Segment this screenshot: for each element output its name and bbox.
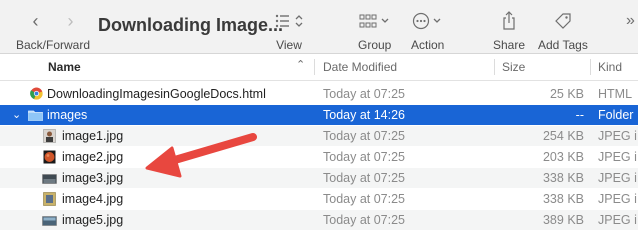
list-item[interactable]: image3.jpg Today at 07:25 338 KB JPEG i bbox=[0, 168, 638, 188]
image-thumbnail-icon bbox=[42, 173, 57, 184]
add-tags-button[interactable]: Add Tags bbox=[538, 10, 588, 52]
file-name: image1.jpg bbox=[62, 129, 124, 143]
file-name: DownloadingImagesinGoogleDocs.html bbox=[47, 87, 266, 101]
view-label: View bbox=[276, 38, 302, 52]
list-view-icon bbox=[274, 10, 304, 32]
image-thumbnail-icon bbox=[43, 150, 56, 164]
file-size: 338 KB bbox=[542, 192, 584, 206]
add-tags-label: Add Tags bbox=[538, 38, 588, 52]
file-kind: JPEG i bbox=[598, 171, 637, 185]
image-thumbnail-icon bbox=[43, 129, 56, 143]
list-item[interactable]: image1.jpg Today at 07:25 254 KB JPEG i bbox=[0, 126, 638, 146]
file-size: 338 KB bbox=[542, 171, 584, 185]
file-kind: Folder bbox=[598, 108, 634, 122]
file-date: Today at 07:25 bbox=[323, 171, 406, 185]
disclosure-chevron-icon[interactable]: ⌄ bbox=[12, 108, 21, 121]
file-date: Today at 07:25 bbox=[323, 213, 406, 227]
file-date: Today at 07:25 bbox=[323, 192, 406, 206]
image-thumbnail-icon bbox=[43, 192, 56, 206]
list-item[interactable]: image5.jpg Today at 07:25 389 KB JPEG i bbox=[0, 210, 638, 230]
file-size: 389 KB bbox=[542, 213, 584, 227]
forward-chevron-icon[interactable]: › bbox=[68, 11, 74, 32]
file-date: Today at 07:25 bbox=[323, 129, 406, 143]
file-size: 254 KB bbox=[542, 129, 584, 143]
folder-name: images bbox=[47, 108, 88, 122]
empty-list-row bbox=[0, 231, 638, 251]
overflow-chevron-icon[interactable]: » bbox=[626, 12, 635, 30]
share-label: Share bbox=[493, 38, 526, 52]
file-date: Today at 14:26 bbox=[323, 108, 406, 122]
list-item[interactable]: DownloadingImagesinGoogleDocs.html Today… bbox=[0, 84, 638, 104]
file-size: -- bbox=[575, 108, 584, 122]
group-grid-icon bbox=[359, 10, 391, 32]
file-name: image5.jpg bbox=[62, 213, 124, 227]
file-kind: JPEG i bbox=[598, 129, 637, 143]
back-chevron-icon[interactable]: ‹ bbox=[33, 11, 39, 32]
list-item[interactable]: image4.jpg Today at 07:25 338 KB JPEG i bbox=[0, 189, 638, 209]
file-size: 25 KB bbox=[549, 87, 584, 101]
list-item-selected[interactable]: ⌄ images Today at 14:26 -- Folder bbox=[0, 105, 638, 125]
list-item[interactable]: image2.jpg Today at 07:25 203 KB JPEG i bbox=[0, 147, 638, 167]
file-name: image2.jpg bbox=[62, 150, 124, 164]
image-thumbnail-icon bbox=[42, 215, 57, 226]
share-icon bbox=[501, 10, 517, 32]
folder-icon bbox=[28, 109, 43, 123]
back-forward-control[interactable]: ‹ › Back/Forward bbox=[16, 10, 91, 53]
file-size: 203 KB bbox=[542, 150, 584, 164]
ellipsis-circle-icon bbox=[412, 10, 444, 32]
view-button[interactable]: View bbox=[274, 10, 304, 52]
column-size[interactable]: Size bbox=[502, 60, 525, 74]
column-header: Name ⌃ Date Modified Size Kind bbox=[0, 54, 638, 81]
column-divider[interactable] bbox=[590, 59, 591, 75]
file-kind: JPEG i bbox=[598, 213, 637, 227]
action-label: Action bbox=[411, 38, 445, 52]
share-button[interactable]: Share bbox=[493, 10, 525, 52]
chrome-html-icon bbox=[30, 87, 43, 101]
column-kind[interactable]: Kind bbox=[598, 60, 622, 74]
file-name: image4.jpg bbox=[62, 192, 124, 206]
window-title: Downloading Image... bbox=[98, 15, 284, 35]
group-button[interactable]: Group bbox=[358, 10, 391, 52]
sort-chevron-icon: ⌃ bbox=[296, 59, 306, 71]
back-forward-label: Back/Forward bbox=[16, 38, 91, 52]
column-divider[interactable] bbox=[314, 59, 315, 75]
tag-icon bbox=[554, 10, 572, 32]
column-divider[interactable] bbox=[494, 59, 495, 75]
file-date: Today at 07:25 bbox=[323, 87, 406, 101]
group-label: Group bbox=[358, 38, 392, 52]
file-kind: JPEG i bbox=[598, 150, 637, 164]
action-button[interactable]: Action bbox=[411, 10, 444, 52]
file-date: Today at 07:25 bbox=[323, 150, 406, 164]
file-kind: HTML bbox=[598, 87, 633, 101]
finder-toolbar: ‹ › Back/Forward Downloading Image... Vi… bbox=[0, 0, 638, 54]
column-name[interactable]: Name bbox=[48, 60, 81, 74]
column-date-modified[interactable]: Date Modified bbox=[323, 60, 397, 74]
file-kind: JPEG i bbox=[598, 192, 637, 206]
file-name: image3.jpg bbox=[62, 171, 124, 185]
